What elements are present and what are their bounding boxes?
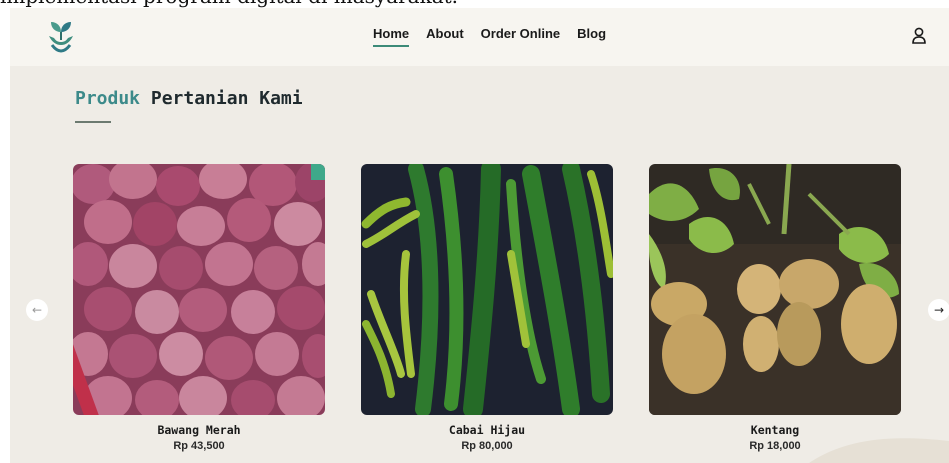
nav-home[interactable]: Home: [373, 26, 410, 47]
navbar: Home About Order Online Blog: [10, 8, 949, 66]
product-price: Rp 43,500: [173, 440, 225, 452]
main-nav: Home About Order Online Blog: [373, 26, 606, 47]
product-image-potatoes: [649, 164, 901, 415]
user-icon[interactable]: [911, 27, 927, 45]
product-image-red-shallots: [73, 164, 325, 415]
section-title-rest: Pertanian Kami: [150, 88, 303, 109]
website-page: Home About Order Online Blog Produk Pert…: [10, 8, 949, 463]
section-title-accent: Produk: [75, 88, 141, 109]
product-name: Bawang Merah: [157, 423, 241, 437]
nav-order-online[interactable]: Order Online: [481, 26, 560, 41]
product-name: Cabai Hijau: [448, 423, 526, 437]
product-price: Rp 80,000: [461, 440, 513, 452]
nav-blog[interactable]: Blog: [577, 26, 606, 41]
product-card-kentang[interactable]: Kentang Rp 18,000: [649, 164, 901, 452]
caption-text: implementasi program digital di masyarak…: [0, 0, 458, 8]
nav-about[interactable]: About: [426, 26, 464, 41]
product-image-green-chilies: [361, 164, 613, 415]
title-underline: [75, 121, 111, 123]
decorative-wave: [809, 438, 949, 463]
sprout-hand-icon[interactable]: [46, 18, 76, 54]
carousel-prev-button[interactable]: ←: [26, 299, 48, 321]
arrow-left-icon: ←: [31, 303, 43, 317]
product-card-cabai-hijau[interactable]: Cabai Hijau Rp 80,000: [361, 164, 613, 452]
arrow-right-icon: →: [933, 303, 945, 317]
product-card-bawang-merah[interactable]: Bawang Merah Rp 43,500: [73, 164, 325, 452]
section-title: Produk Pertanian Kami: [75, 88, 303, 109]
carousel-next-button[interactable]: →: [928, 299, 949, 321]
